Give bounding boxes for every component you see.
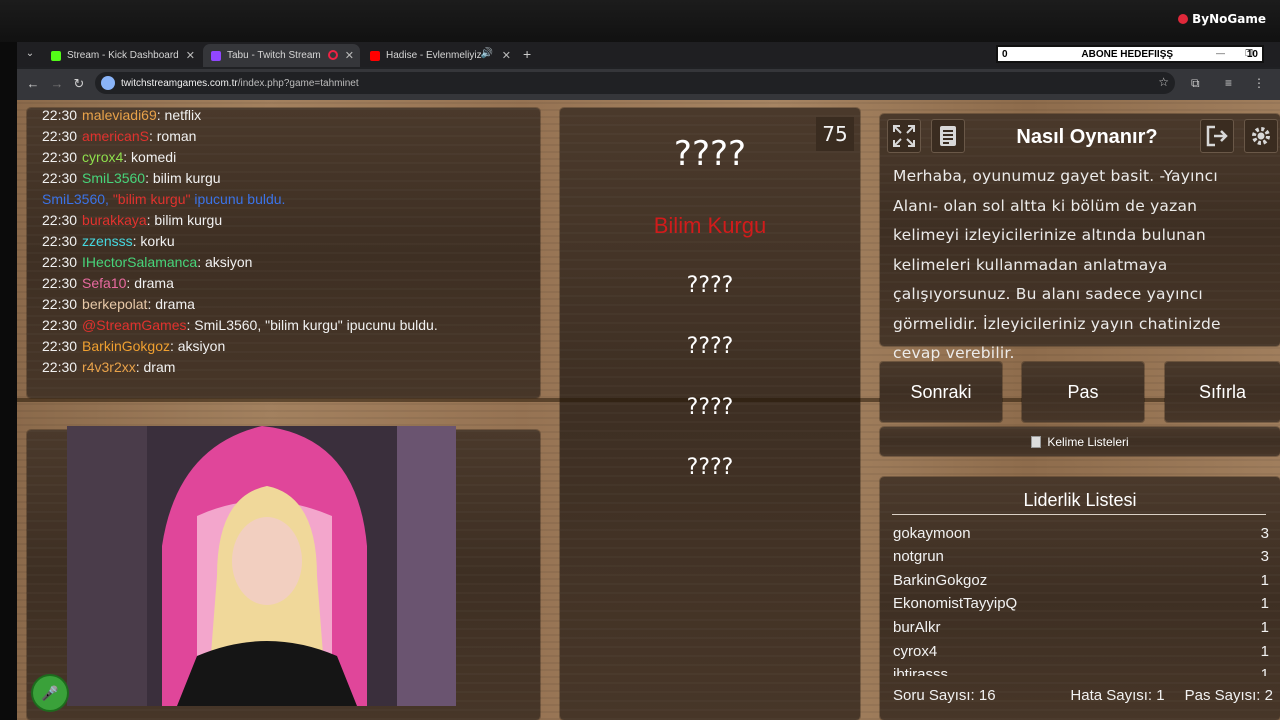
brand-text: ByNoGame (1192, 12, 1266, 26)
chat-message: 22:30 @StreamGames: SmiL3560, "bilim kurg… (42, 317, 438, 333)
word-lists-button[interactable]: Kelime Listeleri (880, 427, 1280, 456)
hidden-hint: ???? (686, 334, 734, 359)
tab-tabu[interactable]: Tabu - Twitch Stream Games ✕ (203, 44, 360, 67)
pass-count: Pas Sayısı: 2 (1184, 687, 1273, 704)
clipboard-icon (1031, 435, 1042, 448)
tab-title: Tabu - Twitch Stream Games (227, 50, 323, 61)
site-info-icon[interactable] (101, 76, 115, 90)
browser-window: ⌄ Stream - Kick Dashboard ✕ Tabu - Twitc… (17, 42, 1280, 100)
how-to-text: Merhaba, oyunumuz gayet basit. -Yayıncı … (893, 167, 1221, 362)
document-icon[interactable] (931, 119, 965, 153)
main-word: ???? (673, 134, 747, 174)
tab-kick-dashboard[interactable]: Stream - Kick Dashboard ✕ (43, 44, 201, 67)
chat-system-message: SmiL3560, "bilim kurgu" ipucunu buldu. (42, 191, 286, 207)
reset-button[interactable]: Sıfırla (1165, 362, 1280, 422)
goal-label: ABONE HEDEFIIŞŞ (1081, 48, 1174, 60)
tab-hadise[interactable]: Hadise - Evlenmeliyiz X Ece 🔊 ✕ (362, 44, 517, 67)
settings-gear-icon[interactable] (1244, 119, 1278, 153)
bookmark-star-icon[interactable]: ☆ (1158, 75, 1169, 89)
tab-bar: ⌄ Stream - Kick Dashboard ✕ Tabu - Twitc… (17, 42, 1280, 67)
leaderboard-row: EkonomistTayyipQ 1 (893, 595, 1269, 612)
tab-search-icon[interactable]: ⌄ (23, 47, 37, 61)
stream-overlay-top: ByNoGame (0, 0, 1280, 42)
recording-icon (328, 50, 338, 60)
hidden-hint: ???? (686, 455, 734, 480)
hidden-hint: ???? (686, 273, 734, 298)
chat-message: 22:30 cyrox4: komedi (42, 149, 177, 165)
revealed-hint: Bilim Kurgu (653, 213, 767, 238)
url-host: twitchstreamgames.com.tr (121, 77, 238, 89)
url-field[interactable]: twitchstreamgames.com.tr /index.php?game… (95, 72, 1175, 94)
game-stats: Soru Sayısı: 16 Hata Sayısı: 1 Pas Sayıs… (893, 687, 1273, 704)
extensions-icon[interactable]: ⧉ (1191, 76, 1200, 91)
chat-message: 22:30 zzensss: korku (42, 233, 175, 249)
leaderboard-title: Liderlik Listesi (1023, 490, 1137, 510)
leaderboard-row: gokaymoon 3 (893, 525, 1269, 542)
webcam-overlay (67, 426, 456, 706)
url-path: /index.php?game=tahminet (237, 77, 359, 89)
exit-icon[interactable] (1200, 119, 1234, 153)
chat-message: 22:30 americanS: roman (42, 128, 197, 144)
word-lists-label: Kelime Listeleri (1047, 434, 1129, 449)
chat-message: 22:30 SmiL3560: bilim kurgu (42, 170, 221, 186)
chat-message: 22:30 maleviadi69: netflix (42, 107, 202, 123)
chat-list: 22:30 maleviadi69: netflix 22:30 americanS… (42, 107, 532, 392)
address-bar: ← → ↻ twitchstreamgames.com.tr /index.ph… (17, 69, 1280, 100)
restore-icon[interactable]: ❐ (1245, 48, 1253, 59)
game-page: 22:30 maleviadi69: netflix 22:30 americanS… (17, 100, 1280, 720)
tab-title: Hadise - Evlenmeliyiz X Ece (386, 50, 482, 61)
chat-message: 22:30 Sefa10: drama (42, 275, 174, 291)
leaderboard-divider (892, 514, 1266, 515)
goal-current: 0 (1002, 48, 1008, 60)
forward-icon[interactable]: → (49, 76, 65, 91)
hidden-hint: ???? (686, 395, 734, 420)
tab-close-icon[interactable]: ✕ (502, 49, 511, 62)
kick-favicon-icon (51, 50, 61, 61)
brand-icon (1178, 14, 1189, 24)
speaker-icon[interactable]: 🔊 (481, 48, 493, 59)
next-button[interactable]: Sonraki (880, 362, 1002, 422)
back-icon[interactable]: ← (25, 76, 41, 91)
youtube-favicon-icon (370, 50, 380, 61)
question-count: Soru Sayısı: 16 (893, 687, 996, 704)
fullscreen-icon[interactable] (887, 119, 921, 153)
leaderboard-row: ibtirasss 1 (893, 666, 1269, 676)
media-icon[interactable]: ≡ (1225, 76, 1232, 90)
minimize-icon[interactable]: — (1216, 48, 1225, 58)
leaderboard-row: burAlkr 1 (893, 619, 1269, 636)
leaderboard-row: BarkinGokgoz 1 (893, 572, 1269, 589)
menu-dots-icon[interactable]: ⋮ (1253, 76, 1265, 90)
new-tab-icon[interactable]: + (523, 46, 531, 62)
leaderboard-row: cyrox4 1 (893, 643, 1269, 660)
leaderboard-row: notgrun 3 (893, 548, 1269, 565)
how-to-title: Nasıl Oynanır? (1016, 126, 1158, 148)
reload-icon[interactable]: ↻ (71, 76, 87, 92)
brand-logo: ByNoGame (1178, 12, 1266, 26)
microphone-icon[interactable]: 🎤 (33, 676, 67, 710)
chat-message: 22:30 IHectorSalamanca: aksiyon (42, 254, 253, 270)
pass-button[interactable]: Pas (1022, 362, 1144, 422)
chat-message: 22:30 burakkaya: bilim kurgu (42, 212, 223, 228)
chat-message: 22:30 berkepolat: drama (42, 296, 195, 312)
twitch-favicon-icon (211, 50, 221, 61)
error-count: Hata Sayısı: 1 (1070, 687, 1165, 704)
tab-title: Stream - Kick Dashboard (67, 50, 179, 61)
tab-close-icon[interactable]: ✕ (186, 49, 195, 62)
chat-message: 22:30 r4v3r2xx: dram (42, 359, 176, 375)
tab-close-icon[interactable]: ✕ (345, 49, 354, 62)
subscriber-goal: 0 ABONE HEDEFIIŞŞ 10 — ❐ (996, 45, 1264, 63)
chat-message: 22:30 BarkinGokgoz: aksiyon (42, 338, 226, 354)
